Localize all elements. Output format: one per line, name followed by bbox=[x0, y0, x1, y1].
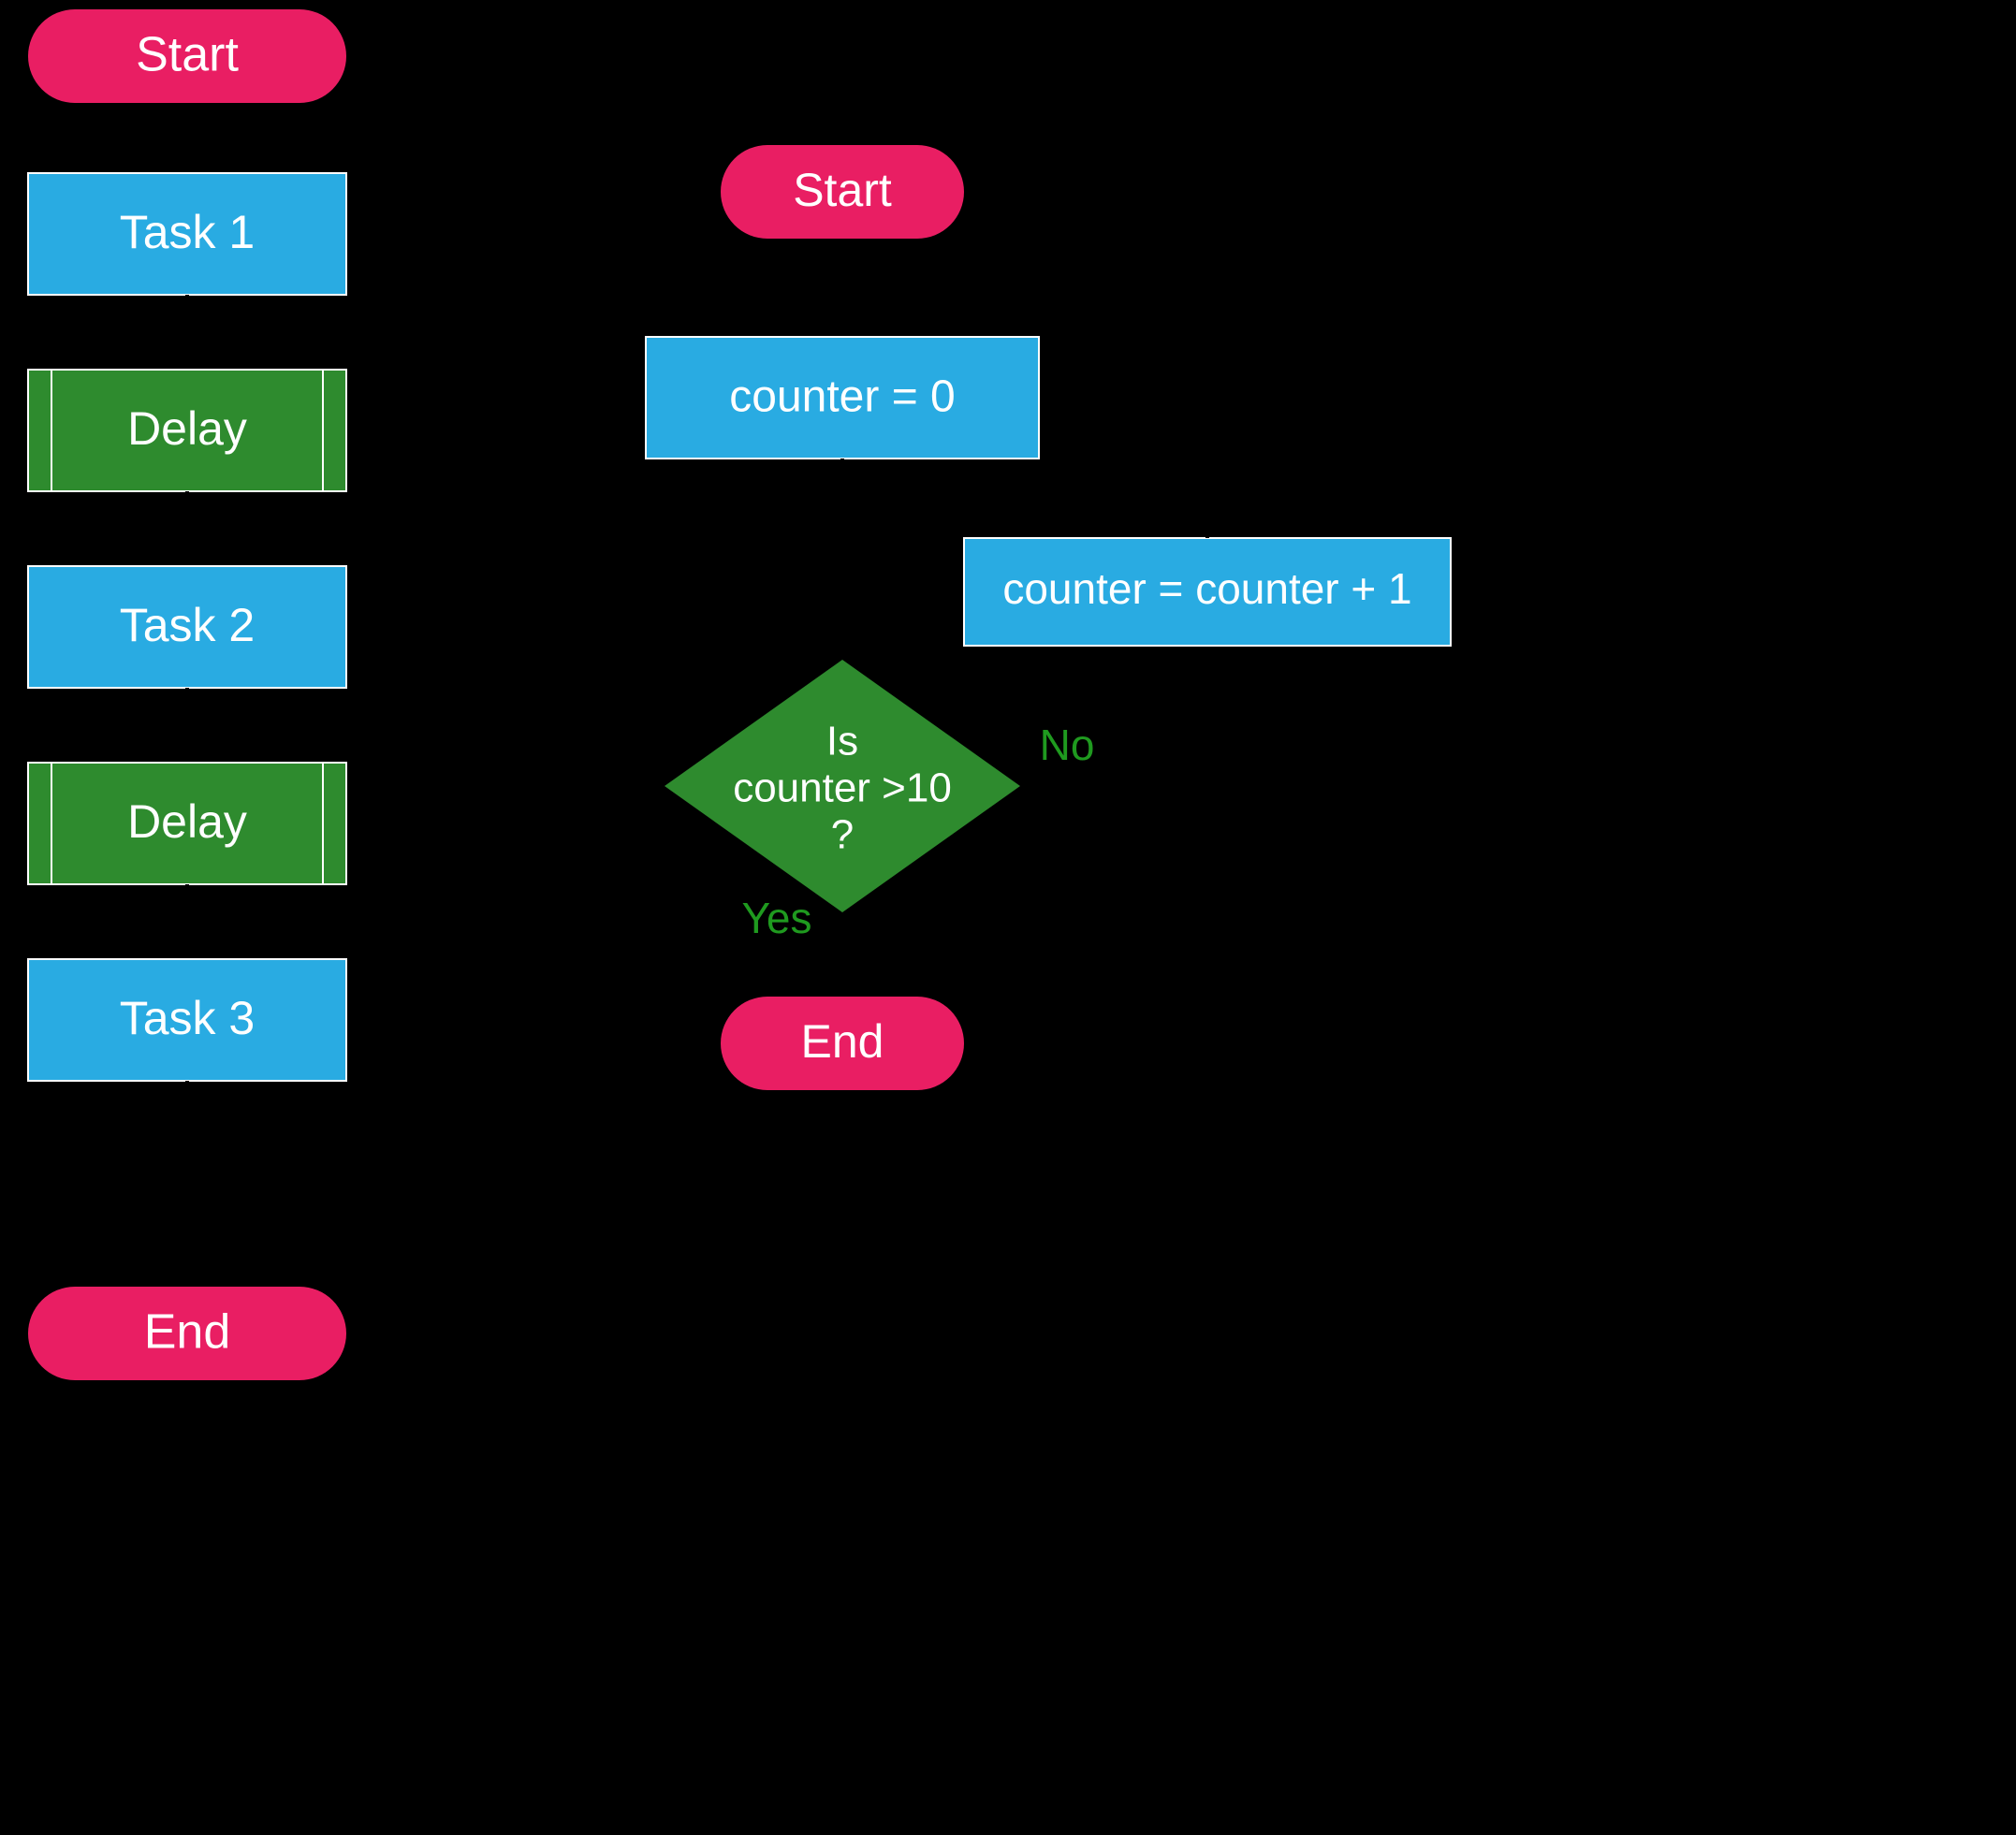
decision-counter: Is counter >10 ? bbox=[665, 660, 1020, 912]
terminator-start-label: Start bbox=[136, 28, 239, 82]
process-init: counter = 0 bbox=[646, 337, 1039, 459]
flowchart-canvas: Start Task 1 Delay Task 2 Delay bbox=[0, 0, 2016, 1835]
subroutine-delay2: Delay bbox=[28, 763, 346, 884]
process-increment: counter = counter + 1 bbox=[964, 538, 1451, 646]
terminator-start-r: Start bbox=[721, 145, 964, 239]
subroutine-delay1: Delay bbox=[28, 370, 346, 491]
flowchart-left: Start Task 1 Delay Task 2 Delay bbox=[28, 9, 346, 1380]
flowchart-right: Start counter = 0 Is counter >10 ? No Ye… bbox=[646, 145, 1451, 1090]
terminator-start-r-label: Start bbox=[793, 164, 892, 216]
process-task2: Task 2 bbox=[28, 566, 346, 688]
decision-line2: counter >10 bbox=[733, 765, 952, 811]
process-task1: Task 1 bbox=[28, 173, 346, 295]
process-init-label: counter = 0 bbox=[729, 372, 956, 422]
process-task1-label: Task 1 bbox=[120, 206, 256, 258]
terminator-end: End bbox=[28, 1287, 346, 1380]
subroutine-delay2-label: Delay bbox=[127, 795, 247, 848]
process-task2-label: Task 2 bbox=[120, 599, 256, 651]
edge-label-no: No bbox=[1040, 721, 1095, 769]
arrow-loop-back bbox=[842, 505, 1207, 538]
edge-label-yes: Yes bbox=[741, 894, 811, 942]
process-task3: Task 3 bbox=[28, 959, 346, 1081]
subroutine-delay1-label: Delay bbox=[127, 402, 247, 455]
terminator-end-r: End bbox=[721, 997, 964, 1090]
decision-line1: Is bbox=[826, 719, 858, 765]
process-task3-label: Task 3 bbox=[120, 992, 256, 1044]
process-increment-label: counter = counter + 1 bbox=[1002, 564, 1411, 613]
decision-line3: ? bbox=[831, 812, 854, 858]
terminator-end-r-label: End bbox=[801, 1015, 884, 1068]
terminator-end-label: End bbox=[144, 1305, 231, 1360]
terminator-start: Start bbox=[28, 9, 346, 103]
